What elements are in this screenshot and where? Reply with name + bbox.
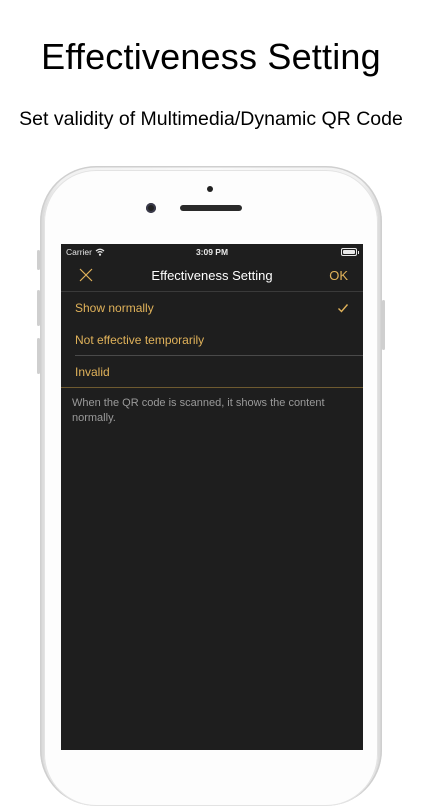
option-label: Show normally: [75, 301, 154, 315]
option-label: Not effective temporarily: [75, 333, 205, 347]
promo-subtitle: Set validity of Multimedia/Dynamic QR Co…: [19, 108, 403, 130]
power-button: [382, 300, 385, 350]
nav-title: Effectiveness Setting: [151, 268, 273, 283]
option-label: Invalid: [75, 365, 110, 379]
proximity-sensor: [207, 186, 213, 192]
mute-switch: [37, 250, 40, 270]
nav-bar: Effectiveness Setting OK: [61, 260, 363, 292]
options-list: Show normally Not effective temporarily …: [61, 292, 363, 388]
phone-screen: Carrier 3:09 PM Effectiveness Setting OK…: [61, 244, 363, 750]
checkmark-icon: [338, 304, 349, 313]
status-time: 3:09 PM: [195, 247, 229, 257]
earpiece-speaker: [180, 205, 242, 211]
volume-down-button: [37, 338, 40, 374]
promo-title: Effectiveness Setting: [41, 36, 381, 77]
battery-icon: [341, 248, 359, 256]
option-show-normally[interactable]: Show normally: [61, 292, 363, 324]
ok-button[interactable]: OK: [329, 268, 348, 283]
option-not-effective-temporarily[interactable]: Not effective temporarily: [61, 324, 363, 356]
status-bar: Carrier 3:09 PM: [61, 244, 363, 260]
option-description: When the QR code is scanned, it shows th…: [72, 397, 325, 424]
front-camera: [146, 203, 156, 213]
volume-up-button: [37, 290, 40, 326]
option-invalid[interactable]: Invalid: [61, 356, 363, 388]
